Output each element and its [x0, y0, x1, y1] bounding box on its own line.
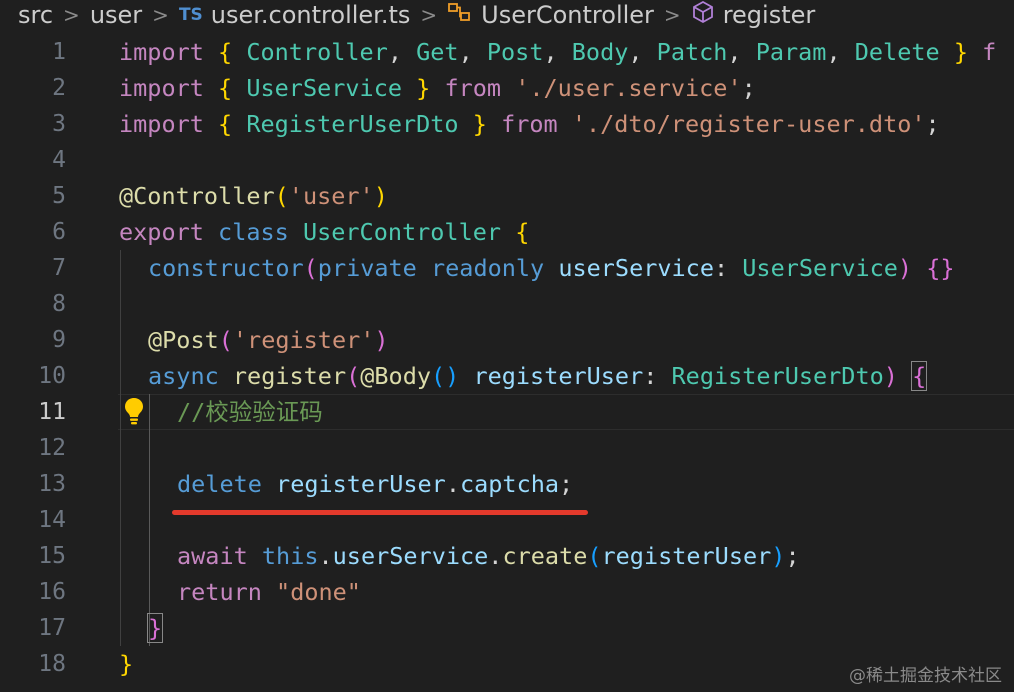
- breadcrumb-item-src[interactable]: src: [18, 1, 53, 29]
- code-text[interactable]: @Post('register'): [148, 322, 389, 358]
- code-text[interactable]: import { Controller, Get, Post, Body, Pa…: [119, 34, 996, 70]
- line-number: 6: [52, 219, 66, 245]
- class-symbol-icon: [447, 1, 473, 29]
- watermark: @稀土掘金技术社区: [849, 666, 1002, 686]
- code-text[interactable]: async register(@Body() registerUser: Reg…: [148, 358, 928, 394]
- matched-bracket: {: [911, 361, 928, 391]
- lightbulb-icon[interactable]: [122, 396, 146, 430]
- breadcrumb-item-user[interactable]: user: [90, 1, 142, 29]
- line-number: 10: [38, 363, 66, 389]
- code-text[interactable]: import { RegisterUserDto } from './dto/r…: [119, 106, 940, 142]
- line-number: 1: [52, 39, 66, 65]
- line-number: 8: [52, 291, 66, 317]
- line-number: 18: [38, 651, 66, 677]
- code-text[interactable]: await this.userService.create(registerUs…: [177, 538, 800, 574]
- breadcrumb: src > user > TS user.controller.ts > Use…: [0, 0, 1014, 30]
- code-text[interactable]: export class UserController {: [119, 214, 529, 250]
- line-number: 3: [52, 111, 66, 137]
- breadcrumb-item-method[interactable]: register: [723, 1, 816, 29]
- matched-bracket: }: [146, 613, 164, 643]
- breadcrumb-item-file[interactable]: user.controller.ts: [211, 1, 411, 29]
- line-number: 13: [38, 471, 66, 497]
- code-line[interactable]: 1 import { Controller, Get, Post, Body, …: [0, 34, 1014, 70]
- code-text[interactable]: }: [119, 646, 133, 682]
- line-number: 4: [52, 147, 66, 173]
- line-number: 7: [52, 255, 66, 281]
- code-line[interactable]: 12: [0, 430, 1014, 466]
- code-line[interactable]: 5 @Controller('user'): [0, 178, 1014, 214]
- code-line[interactable]: 17 }: [0, 610, 1014, 646]
- code-line[interactable]: 6 export class UserController {: [0, 214, 1014, 250]
- line-number: 15: [38, 543, 66, 569]
- code-text[interactable]: @Controller('user'): [119, 178, 388, 214]
- code-line[interactable]: 8: [0, 286, 1014, 322]
- code-text[interactable]: return "done": [177, 574, 361, 610]
- code-line[interactable]: 14: [0, 502, 1014, 538]
- breadcrumb-separator: >: [152, 3, 169, 27]
- code-text[interactable]: import { UserService } from './user.serv…: [119, 70, 756, 106]
- code-line[interactable]: 2 import { UserService } from './user.se…: [0, 70, 1014, 106]
- code-line[interactable]: 9 @Post('register'): [0, 322, 1014, 358]
- code-text[interactable]: delete registerUser.captcha;: [177, 466, 573, 502]
- breadcrumb-item-class[interactable]: UserController: [481, 1, 654, 29]
- line-number: 5: [52, 183, 66, 209]
- code-editor[interactable]: 1 import { Controller, Get, Post, Body, …: [0, 34, 1014, 692]
- code-text[interactable]: }: [146, 610, 164, 646]
- line-number: 12: [38, 435, 66, 461]
- breadcrumb-separator: >: [663, 3, 681, 27]
- code-text[interactable]: //校验验证码: [177, 394, 323, 430]
- line-number: 9: [52, 327, 66, 353]
- line-number: 14: [38, 507, 66, 533]
- line-number: 2: [52, 75, 66, 101]
- code-line[interactable]: 3 import { RegisterUserDto } from './dto…: [0, 106, 1014, 142]
- code-line[interactable]: 4: [0, 142, 1014, 178]
- breadcrumb-separator: >: [420, 3, 438, 27]
- breadcrumb-separator: >: [63, 3, 80, 27]
- code-line[interactable]: 15 await this.userService.create(registe…: [0, 538, 1014, 574]
- method-symbol-icon: [691, 0, 715, 30]
- line-number: 16: [38, 579, 66, 605]
- typescript-file-icon: TS: [178, 5, 203, 25]
- code-line[interactable]: 7 constructor(private readonly userServi…: [0, 250, 1014, 286]
- code-text[interactable]: constructor(private readonly userService…: [148, 250, 955, 286]
- code-line[interactable]: 13 delete registerUser.captcha;: [0, 466, 1014, 502]
- code-line[interactable]: 16 return "done": [0, 574, 1014, 610]
- code-line[interactable]: 10 async register(@Body() registerUser: …: [0, 358, 1014, 394]
- line-number-active: 11: [38, 399, 66, 425]
- code-line[interactable]: 11 //校验验证码: [0, 394, 1014, 430]
- line-number: 17: [38, 615, 66, 641]
- annotation-underline: [172, 510, 588, 515]
